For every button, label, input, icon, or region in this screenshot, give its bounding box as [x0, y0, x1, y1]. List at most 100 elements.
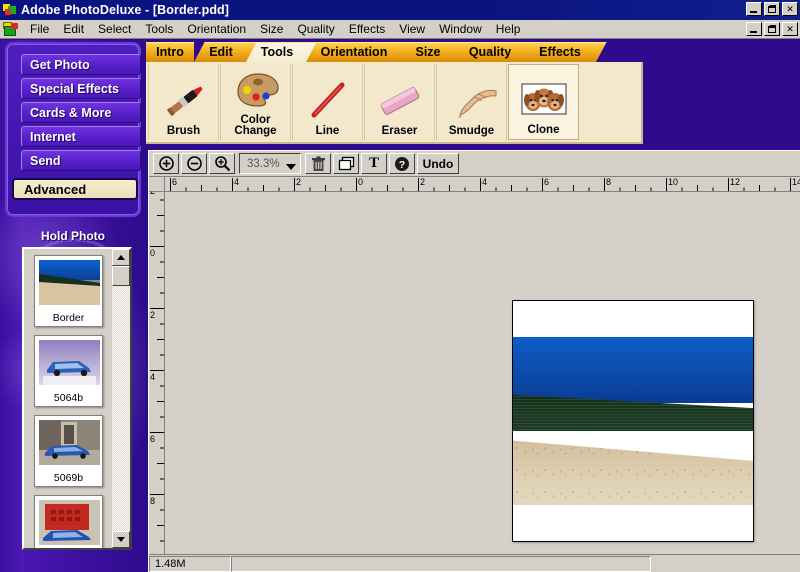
mdi-restore-button[interactable] — [764, 22, 780, 36]
sidebar-item-cards-and-more[interactable]: Cards & More — [21, 102, 141, 123]
nav-label: Send — [30, 153, 61, 168]
menu-item-view[interactable]: View — [392, 20, 432, 38]
ruler-label: 6 — [150, 434, 156, 444]
tab-tools[interactable]: Tools — [246, 42, 319, 62]
menu-item-tools[interactable]: Tools — [138, 20, 180, 38]
ruler-origin-box[interactable] — [149, 177, 165, 192]
thumbnail-image — [39, 260, 100, 305]
text-t-icon: T — [368, 155, 379, 171]
smudge-hand-icon — [444, 77, 500, 125]
tool-palette: Brush Color Change Line Eraser Smudge Cl… — [146, 62, 643, 144]
scroll-up-button[interactable] — [112, 249, 130, 266]
tool-label: Eraser — [381, 125, 418, 137]
list-item[interactable] — [34, 495, 103, 548]
menu-item-window[interactable]: Window — [432, 20, 489, 38]
menu-item-quality[interactable]: Quality — [290, 20, 341, 38]
ruler-label: 12 — [730, 177, 741, 187]
list-item[interactable]: Border — [34, 255, 103, 327]
ruler-label: 8 — [606, 177, 612, 187]
list-item[interactable]: 5064b — [34, 335, 103, 407]
close-icon: ✕ — [786, 3, 794, 14]
photo-image — [513, 337, 753, 505]
zoom-tool-button[interactable] — [209, 153, 235, 174]
nav-label: Get Photo — [30, 57, 90, 72]
ruler-label: 6 — [172, 177, 178, 187]
thumbnail-label: Border — [52, 312, 85, 324]
thumbnail-label: 5069b — [53, 472, 84, 484]
photodeluxe-icon — [2, 3, 18, 17]
tool-label: Color Change — [234, 114, 277, 137]
menu-item-select[interactable]: Select — [91, 20, 138, 38]
document-window: 33.3% T ? Undo 6 4 2 0 2 4 6 8 10 12 1 0… — [148, 150, 800, 572]
thumbnail-image — [39, 340, 100, 385]
left-sidebar: Get Photo Special Effects Cards & More I… — [0, 40, 146, 572]
mdi-close-icon: ✕ — [786, 23, 794, 34]
tool-clone[interactable]: Clone — [508, 64, 579, 140]
ruler-label: 8 — [150, 496, 156, 506]
tool-brush[interactable]: Brush — [148, 64, 219, 140]
clone-puppies-icon — [516, 76, 572, 124]
minimize-button[interactable] — [746, 2, 762, 16]
tool-eraser[interactable]: Eraser — [364, 64, 435, 140]
status-file-size: 1.48M — [149, 555, 231, 572]
vertical-ruler: 2 0 2 4 6 8 — [149, 177, 165, 557]
tab-size[interactable]: Size — [400, 42, 467, 62]
tool-smudge[interactable]: Smudge — [436, 64, 507, 140]
mdi-close-button[interactable]: ✕ — [782, 22, 798, 36]
menu-item-edit[interactable]: Edit — [56, 20, 91, 38]
photo-canvas[interactable] — [512, 300, 754, 542]
scroll-down-button[interactable] — [112, 531, 130, 548]
sidebar-item-internet[interactable]: Internet — [21, 126, 141, 147]
close-button[interactable]: ✕ — [782, 2, 798, 16]
zoom-out-button[interactable] — [181, 153, 207, 174]
tab-effects[interactable]: Effects — [524, 42, 607, 62]
trash-button[interactable] — [305, 153, 331, 174]
undo-button[interactable]: Undo — [417, 153, 459, 174]
advanced-button[interactable]: Advanced — [12, 178, 138, 200]
canvas-area[interactable] — [166, 193, 800, 557]
chevron-up-icon — [117, 255, 125, 260]
page-icon — [338, 156, 354, 171]
thumbnail-scrollbar[interactable] — [112, 249, 130, 548]
sidebar-item-get-photo[interactable]: Get Photo — [21, 54, 141, 75]
page-button[interactable] — [333, 153, 359, 174]
chevron-down-icon — [286, 164, 296, 170]
list-item[interactable]: 5069b — [34, 415, 103, 487]
ruler-label: 10 — [668, 177, 679, 187]
tab-edit[interactable]: Edit — [194, 42, 259, 62]
sidebar-item-special-effects[interactable]: Special Effects — [21, 78, 141, 99]
tab-intro[interactable]: Intro — [146, 42, 194, 62]
chevron-down-icon — [117, 537, 125, 542]
help-button[interactable]: ? — [389, 153, 415, 174]
tool-color-change[interactable]: Color Change — [220, 64, 291, 140]
menu-item-size[interactable]: Size — [253, 20, 290, 38]
photodeluxe-window: Adobe PhotoDeluxe - [Border.pdd] ✕ File … — [0, 0, 800, 572]
trash-icon — [311, 156, 325, 171]
tool-label: Line — [315, 125, 340, 137]
text-button[interactable]: T — [361, 153, 387, 174]
undo-label: Undo — [422, 156, 454, 171]
menu-item-orientation[interactable]: Orientation — [180, 20, 253, 38]
tab-orientation[interactable]: Orientation — [306, 42, 413, 62]
restore-button[interactable] — [764, 2, 780, 16]
sidebar-item-send[interactable]: Send — [21, 150, 141, 171]
ruler-label: 2 — [150, 310, 156, 320]
eraser-icon — [372, 77, 428, 125]
horizontal-ruler: 6 4 2 0 2 4 6 8 10 12 14 — [165, 177, 800, 192]
status-bar: 1.48M — [149, 554, 800, 572]
tab-quality[interactable]: Quality — [454, 42, 537, 62]
nav-label: Cards & More — [30, 105, 112, 120]
menu-item-effects[interactable]: Effects — [342, 20, 392, 38]
menu-item-file[interactable]: File — [23, 20, 56, 38]
window-controls: ✕ — [746, 2, 798, 16]
zoom-in-button[interactable] — [153, 153, 179, 174]
zoom-level-combobox[interactable]: 33.3% — [239, 153, 301, 174]
title-bar: Adobe PhotoDeluxe - [Border.pdd] ✕ — [0, 0, 800, 20]
scrollbar-thumb[interactable] — [112, 266, 130, 286]
tool-line[interactable]: Line — [292, 64, 363, 140]
menu-item-help[interactable]: Help — [489, 20, 528, 38]
guided-tabs: Intro Edit Tools Orientation Size Qualit… — [146, 42, 800, 62]
mdi-minimize-button[interactable] — [746, 22, 762, 36]
ruler-label: 0 — [358, 177, 364, 187]
ruler-label: 4 — [234, 177, 240, 187]
